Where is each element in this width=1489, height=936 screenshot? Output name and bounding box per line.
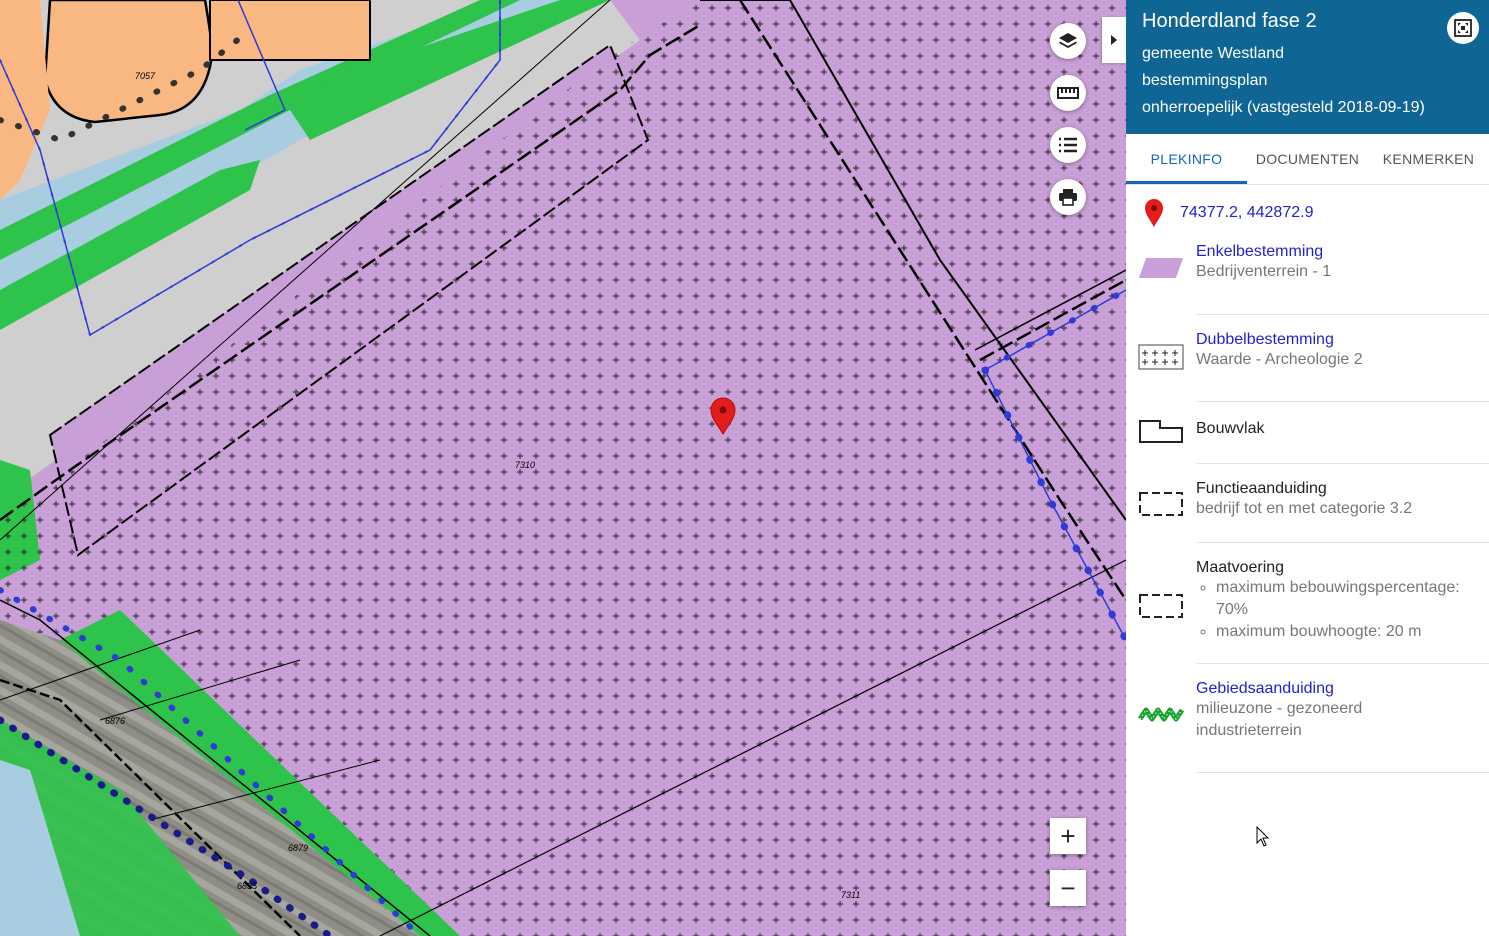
legend-list-item: maximum bouwhoogte: 20 m bbox=[1216, 621, 1489, 643]
legend-enkelbestemming: Enkelbestemming Bedrijventerrein - 1 bbox=[1139, 241, 1489, 315]
legend-title: Bouwvlak bbox=[1196, 420, 1265, 437]
tab-documenten[interactable]: DOCUMENTEN bbox=[1247, 134, 1368, 184]
parcel-label: 7057 bbox=[135, 71, 156, 81]
map-canvas[interactable]: 7057 7310 6876 6879 6835 7311 bbox=[0, 0, 1126, 936]
dashed-rectangle-icon bbox=[1139, 594, 1183, 618]
coordinates-link[interactable]: 74377.2, 442872.9 bbox=[1180, 204, 1313, 222]
legend-bouwvlak: Bouwvlak bbox=[1139, 402, 1489, 464]
legend-gebiedsaanduiding: Gebiedsaanduiding milieuzone - gezoneerd… bbox=[1138, 664, 1489, 773]
measure-button[interactable] bbox=[1050, 75, 1086, 111]
plan-title: Honderdland fase 2 bbox=[1142, 10, 1317, 32]
print-button[interactable] bbox=[1050, 179, 1086, 215]
panel-tabs: PLEKINFO DOCUMENTEN KENMERKEN bbox=[1126, 134, 1489, 185]
location-pin-icon bbox=[1145, 199, 1163, 227]
plan-type-text: bestemmingsplan bbox=[1142, 72, 1268, 89]
ruler-icon bbox=[1057, 87, 1079, 99]
legend-functieaanduiding: Functieaanduiding bedrijf tot en met cat… bbox=[1139, 464, 1489, 543]
legend-title[interactable]: Enkelbestemming bbox=[1196, 243, 1489, 261]
parcel-label: 6879 bbox=[288, 843, 308, 853]
zoom-in-button[interactable]: + bbox=[1050, 818, 1086, 854]
legend-subtitle: Bedrijventerrein - 1 bbox=[1196, 263, 1332, 280]
legend-list: maximum bebouwingspercentage: 70% maximu… bbox=[1196, 577, 1489, 643]
caret-right-icon bbox=[1111, 35, 1117, 45]
legend-title: Functieaanduiding bbox=[1196, 480, 1327, 497]
layers-button[interactable] bbox=[1050, 23, 1086, 59]
parcel-label: 7311 bbox=[841, 890, 860, 900]
legend-subtitle: Waarde - Archeologie 2 bbox=[1196, 351, 1363, 368]
legend-list-button[interactable] bbox=[1050, 127, 1086, 163]
parcel-label: 6876 bbox=[105, 716, 125, 726]
tab-plekinfo[interactable]: PLEKINFO bbox=[1126, 134, 1247, 184]
legend-subtitle: milieuzone - gezoneerd industrieterrein bbox=[1196, 700, 1363, 739]
panel-header: Honderdland fase 2 gemeente Westland bes… bbox=[1126, 0, 1489, 134]
legend-title[interactable]: Gebiedsaanduiding bbox=[1196, 680, 1489, 698]
info-panel: Honderdland fase 2 gemeente Westland bes… bbox=[1126, 0, 1489, 936]
dashed-rectangle-icon bbox=[1139, 492, 1183, 516]
fullscreen-icon bbox=[1454, 19, 1472, 37]
legend-title: Maatvoering bbox=[1196, 559, 1285, 576]
fullscreen-button[interactable] bbox=[1447, 12, 1479, 44]
layers-icon bbox=[1059, 33, 1077, 48]
zoom-out-button[interactable]: − bbox=[1050, 870, 1086, 906]
municipality-text: gemeente Westland bbox=[1142, 45, 1285, 62]
plan-status-text: onherroepelijk (vastgesteld 2018-09-19) bbox=[1142, 99, 1425, 116]
tab-kenmerken[interactable]: KENMERKEN bbox=[1368, 134, 1489, 184]
mouse-cursor-icon bbox=[1256, 826, 1270, 847]
legend-title[interactable]: Dubbelbestemming bbox=[1196, 331, 1489, 349]
building-plane-icon bbox=[1139, 420, 1183, 443]
list-icon bbox=[1059, 137, 1077, 153]
legend-maatvoering: Maatvoering maximum bebouwingspercentage… bbox=[1139, 543, 1489, 664]
cross-hatch-icon bbox=[1138, 344, 1184, 370]
legend-dubbelbestemming: Dubbelbestemming Waarde - Archeologie 2 bbox=[1138, 315, 1489, 402]
collapse-panel-button[interactable] bbox=[1102, 17, 1126, 63]
legend-subtitle: bedrijf tot en met categorie 3.2 bbox=[1196, 500, 1413, 517]
parcel-label: 6835 bbox=[237, 881, 258, 891]
purple-parallelogram-icon bbox=[1139, 258, 1183, 278]
coordinates-row: 74377.2, 442872.9 bbox=[1126, 185, 1489, 241]
legend-list-item: maximum bebouwingspercentage: 70% bbox=[1216, 577, 1489, 621]
green-zigzag-icon bbox=[1138, 707, 1184, 722]
parcel-label: 7310 bbox=[515, 460, 535, 470]
print-icon bbox=[1059, 189, 1077, 206]
map-view[interactable]: 7057 7310 6876 6879 6835 7311 + − bbox=[0, 0, 1126, 936]
